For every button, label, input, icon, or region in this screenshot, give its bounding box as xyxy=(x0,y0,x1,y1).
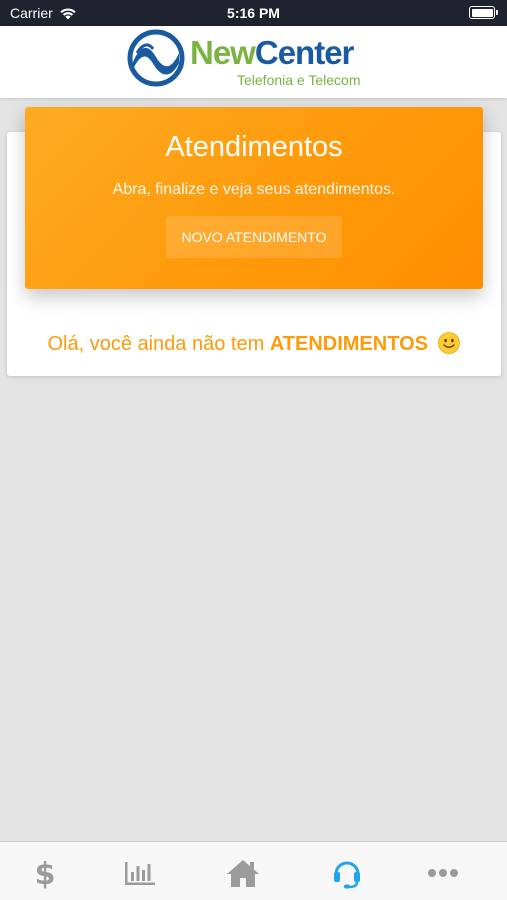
newcenter-logo: NewCenter Telefonia e Telecom xyxy=(127,28,387,92)
battery-icon xyxy=(469,6,498,19)
logo-word-center: Center xyxy=(254,34,355,71)
tab-more[interactable] xyxy=(423,856,463,890)
atendimentos-banner: Atendimentos Abra, finalize e veja seus … xyxy=(25,107,483,289)
home-icon xyxy=(227,860,259,887)
banner-subtitle: Abra, finalize e veja seus atendimentos. xyxy=(112,181,396,198)
status-bar: Carrier 5:16 PM xyxy=(0,0,507,26)
logo-tagline: Telefonia e Telecom xyxy=(237,72,361,88)
empty-state-text: Olá, você ainda não tem xyxy=(47,333,265,355)
status-time: 5:16 PM xyxy=(227,5,280,21)
logo-mark-icon xyxy=(127,29,185,87)
logo-wordmark: NewCenter xyxy=(190,34,355,71)
banner-title: Atendimentos xyxy=(165,131,343,163)
tab-home[interactable] xyxy=(223,856,263,890)
tab-dollar[interactable]: $ xyxy=(25,856,65,890)
svg-text:$: $ xyxy=(35,857,55,889)
bottom-tab-bar: $ xyxy=(0,841,507,900)
bar-chart-icon xyxy=(125,862,155,885)
logo-word-new: New xyxy=(190,34,256,71)
more-icon xyxy=(428,869,458,877)
empty-state-highlight: ATENDIMENTOS xyxy=(269,333,428,355)
smiley-icon xyxy=(437,332,460,354)
empty-state-message: Olá, você ainda não tem ATENDIMENTOS xyxy=(0,332,507,356)
tab-reports[interactable] xyxy=(120,856,160,890)
app-header: NewCenter Telefonia e Telecom xyxy=(0,26,507,98)
headset-icon xyxy=(334,861,360,889)
dollar-icon: $ xyxy=(35,857,55,889)
new-ticket-button[interactable]: NOVO ATENDIMENTO xyxy=(166,216,342,258)
tab-support[interactable] xyxy=(327,856,367,890)
